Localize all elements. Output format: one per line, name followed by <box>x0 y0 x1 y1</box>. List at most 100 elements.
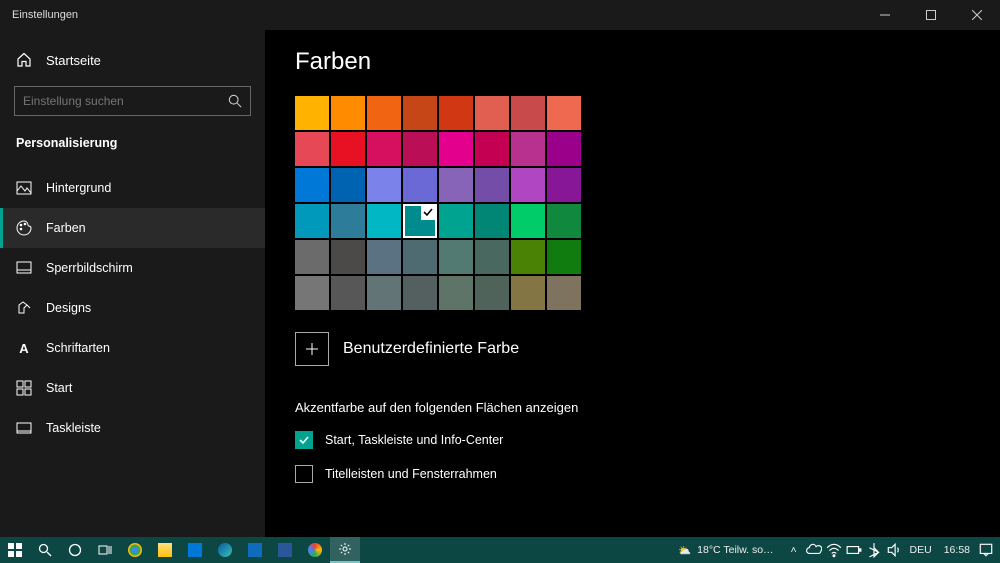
color-swatch[interactable] <box>475 204 509 238</box>
color-swatch[interactable] <box>475 240 509 274</box>
color-swatch[interactable] <box>295 240 329 274</box>
tray-volume-icon[interactable] <box>886 542 902 558</box>
start-icon <box>16 380 32 396</box>
color-swatch[interactable] <box>475 168 509 202</box>
color-swatch[interactable] <box>547 276 581 310</box>
color-swatch[interactable] <box>367 168 401 202</box>
color-swatch[interactable] <box>439 204 473 238</box>
taskbar-icon <box>16 420 32 436</box>
nav-item-taskleiste[interactable]: Taskleiste <box>0 408 265 448</box>
color-swatch[interactable] <box>403 240 437 274</box>
taskview-button[interactable] <box>90 537 120 563</box>
search-input[interactable] <box>23 94 228 108</box>
color-swatch[interactable] <box>403 168 437 202</box>
color-swatch[interactable] <box>367 276 401 310</box>
color-swatch[interactable] <box>403 96 437 130</box>
search-box[interactable] <box>14 86 251 116</box>
color-swatch[interactable] <box>403 132 437 166</box>
color-swatch[interactable] <box>295 276 329 310</box>
nav-label: Taskleiste <box>46 421 101 435</box>
nav-item-farben[interactable]: Farben <box>0 208 265 248</box>
nav-item-hintergrund[interactable]: Hintergrund <box>0 168 265 208</box>
color-swatch[interactable] <box>403 276 437 310</box>
color-swatch[interactable] <box>439 240 473 274</box>
checkbox[interactable] <box>295 431 313 449</box>
nav-item-schriftarten[interactable]: A Schriftarten <box>0 328 265 368</box>
maximize-button[interactable] <box>908 0 954 30</box>
color-swatch[interactable] <box>547 168 581 202</box>
taskbar-app-mail[interactable] <box>240 537 270 563</box>
taskbar-app-settings[interactable] <box>330 537 360 563</box>
color-swatch[interactable] <box>475 276 509 310</box>
color-swatch[interactable] <box>439 96 473 130</box>
color-swatch[interactable] <box>295 168 329 202</box>
home-link[interactable]: Startseite <box>0 44 265 78</box>
color-swatch[interactable] <box>331 168 365 202</box>
tray-onedrive-icon[interactable] <box>806 542 822 558</box>
color-swatch[interactable] <box>547 204 581 238</box>
color-swatch[interactable] <box>331 96 365 130</box>
color-swatch[interactable] <box>547 132 581 166</box>
color-swatch[interactable] <box>439 132 473 166</box>
color-swatch[interactable] <box>403 204 437 238</box>
color-swatch[interactable] <box>331 240 365 274</box>
tray-chevron-icon[interactable]: ˄ <box>786 544 802 556</box>
checkbox[interactable] <box>295 465 313 483</box>
cortana-button[interactable] <box>60 537 90 563</box>
custom-color-row[interactable]: Benutzerdefinierte Farbe <box>295 332 970 366</box>
color-swatch[interactable] <box>367 204 401 238</box>
taskbar-app-explorer[interactable] <box>150 537 180 563</box>
tray-notifications-icon[interactable] <box>978 542 994 558</box>
color-swatch[interactable] <box>511 240 545 274</box>
taskbar-weather[interactable]: ⛅ 18°C Teilw. so… <box>678 544 773 557</box>
tray-bluetooth-icon[interactable] <box>866 542 882 558</box>
nav-item-start[interactable]: Start <box>0 368 265 408</box>
sidebar: Startseite Personalisierung Hintergrund … <box>0 30 265 537</box>
color-swatch[interactable] <box>439 168 473 202</box>
nav-item-sperrbildschirm[interactable]: Sperrbildschirm <box>0 248 265 288</box>
color-swatch[interactable] <box>475 96 509 130</box>
color-swatch[interactable] <box>511 96 545 130</box>
color-swatch[interactable] <box>367 240 401 274</box>
lockscreen-icon <box>16 260 32 276</box>
tray-battery-icon[interactable] <box>846 542 862 558</box>
taskbar-app-generic[interactable] <box>300 537 330 563</box>
home-label: Startseite <box>46 53 101 68</box>
taskbar-app-chrome[interactable] <box>120 537 150 563</box>
color-swatch[interactable] <box>331 132 365 166</box>
search-button[interactable] <box>30 537 60 563</box>
start-button[interactable] <box>0 537 30 563</box>
color-swatch[interactable] <box>295 132 329 166</box>
checkbox-titlebars[interactable]: Titelleisten und Fensterrahmen <box>295 465 970 483</box>
color-swatch[interactable] <box>475 132 509 166</box>
color-swatch[interactable] <box>331 204 365 238</box>
color-swatch[interactable] <box>295 204 329 238</box>
home-icon <box>16 52 32 68</box>
custom-color-button[interactable] <box>295 332 329 366</box>
minimize-button[interactable] <box>862 0 908 30</box>
color-swatch[interactable] <box>295 96 329 130</box>
color-swatch[interactable] <box>511 276 545 310</box>
color-swatch[interactable] <box>547 96 581 130</box>
color-swatch[interactable] <box>511 168 545 202</box>
tray-language[interactable]: DEU <box>910 544 932 556</box>
color-swatch[interactable] <box>331 276 365 310</box>
font-icon: A <box>16 340 32 356</box>
nav-item-designs[interactable]: Designs <box>0 288 265 328</box>
color-swatch[interactable] <box>511 132 545 166</box>
checkbox-start-taskbar[interactable]: Start, Taskleiste und Info-Center <box>295 431 970 449</box>
taskbar-app-edge[interactable] <box>210 537 240 563</box>
content-area: Farben Benutzerdefinierte Farbe Akzentfa… <box>265 30 1000 537</box>
taskbar-app-word[interactable] <box>270 537 300 563</box>
page-title: Farben <box>295 48 970 76</box>
color-swatch[interactable] <box>367 96 401 130</box>
palette-icon <box>16 220 32 236</box>
color-swatch[interactable] <box>547 240 581 274</box>
color-swatch[interactable] <box>511 204 545 238</box>
taskbar-app-store[interactable] <box>180 537 210 563</box>
close-button[interactable] <box>954 0 1000 30</box>
color-swatch[interactable] <box>439 276 473 310</box>
tray-clock[interactable]: 16:58 <box>944 544 970 556</box>
color-swatch[interactable] <box>367 132 401 166</box>
tray-wifi-icon[interactable] <box>826 542 842 558</box>
